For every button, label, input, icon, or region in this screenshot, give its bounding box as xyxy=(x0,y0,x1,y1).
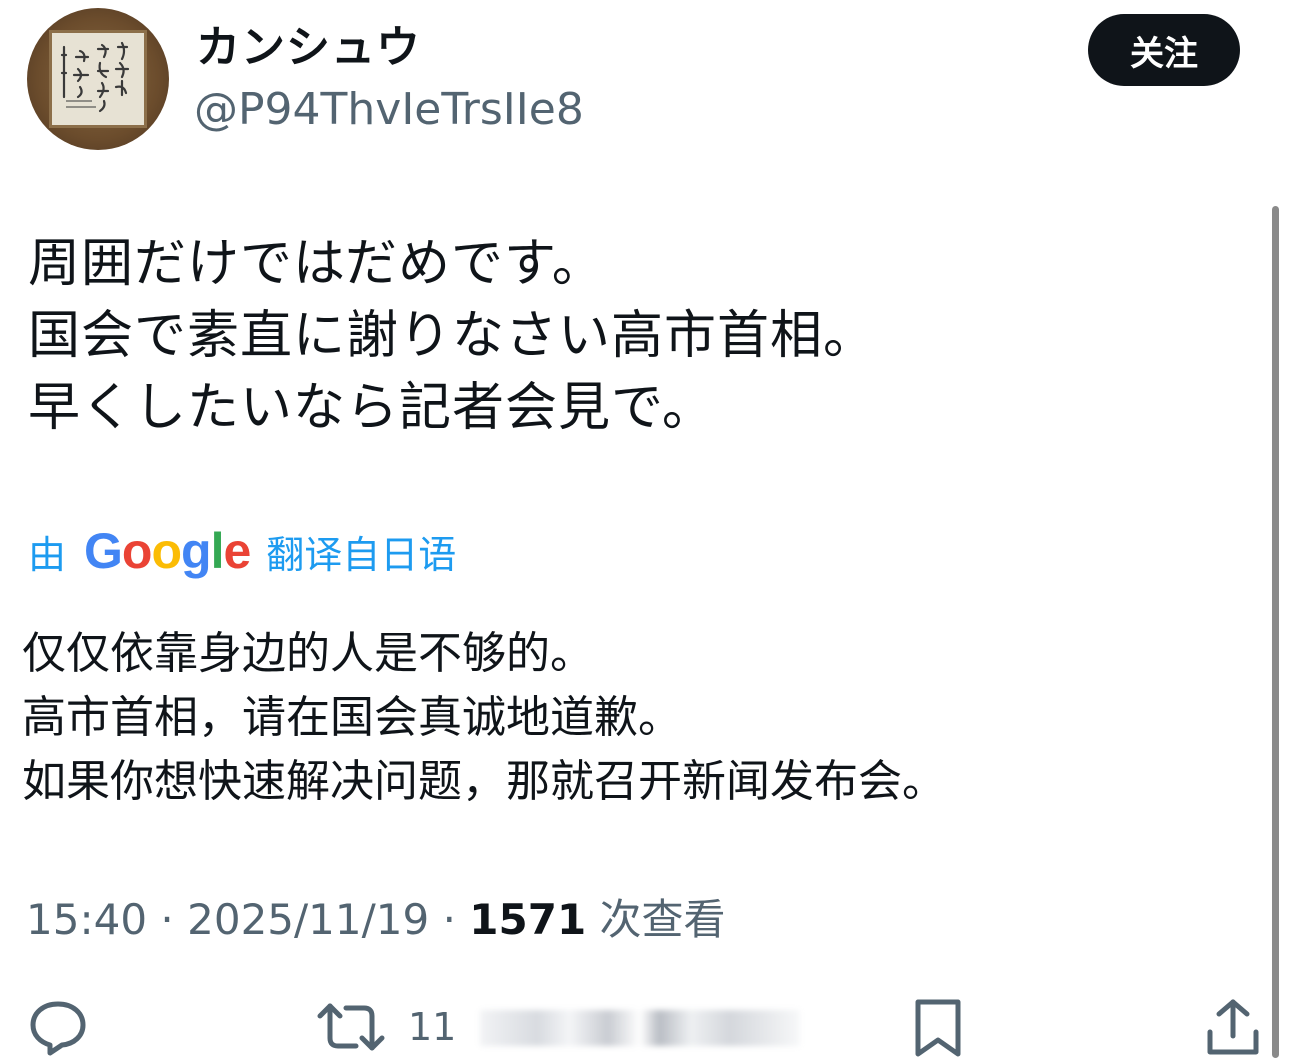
meta-separator: · xyxy=(160,895,174,944)
translation-prefix: 由 xyxy=(28,532,67,577)
tweet-text: 周囲だけではだめです。 国会で素直に謝りなさい高市首相。 早くしたいなら記者会見… xyxy=(28,234,877,438)
reply-button[interactable] xyxy=(28,996,88,1058)
retweet-button[interactable]: 11 xyxy=(316,996,456,1058)
translated-text: 仅仅依靠身边的人是不够的。 高市首相，请在国会真诚地道歉。 如果你想快速解决问题… xyxy=(22,628,946,807)
bookmark-icon xyxy=(915,999,961,1057)
tweet-date[interactable]: 2025/11/19 xyxy=(187,895,429,944)
user-handle[interactable]: @P94ThvIeTrsIIe8 xyxy=(194,82,584,138)
follow-button[interactable]: 关注 xyxy=(1088,14,1240,86)
calligraphy-image xyxy=(49,30,147,128)
bookmark-button[interactable] xyxy=(912,996,964,1058)
retweet-count: 11 xyxy=(408,1005,457,1049)
share-button[interactable] xyxy=(1204,996,1262,1058)
views-label: 次查看 xyxy=(599,895,726,944)
tweet-time[interactable]: 15:40 xyxy=(26,895,147,944)
display-name[interactable]: カンシュウ xyxy=(196,18,421,78)
scrollbar[interactable] xyxy=(1272,206,1279,1058)
views-count: 1571 xyxy=(469,895,587,944)
translation-suffix: 翻译自日语 xyxy=(266,532,457,577)
avatar[interactable] xyxy=(27,8,169,150)
retweet-icon xyxy=(317,1003,385,1051)
reply-icon xyxy=(30,1001,86,1056)
blurred-overlay xyxy=(480,1010,800,1046)
google-logo: Google xyxy=(84,523,251,579)
translation-attribution[interactable]: 由 Google 翻译自日语 xyxy=(28,520,456,582)
tweet-meta: 15:40 · 2025/11/19 · 1571 次查看 xyxy=(26,892,726,948)
meta-separator: · xyxy=(442,895,456,944)
share-icon xyxy=(1207,999,1259,1055)
